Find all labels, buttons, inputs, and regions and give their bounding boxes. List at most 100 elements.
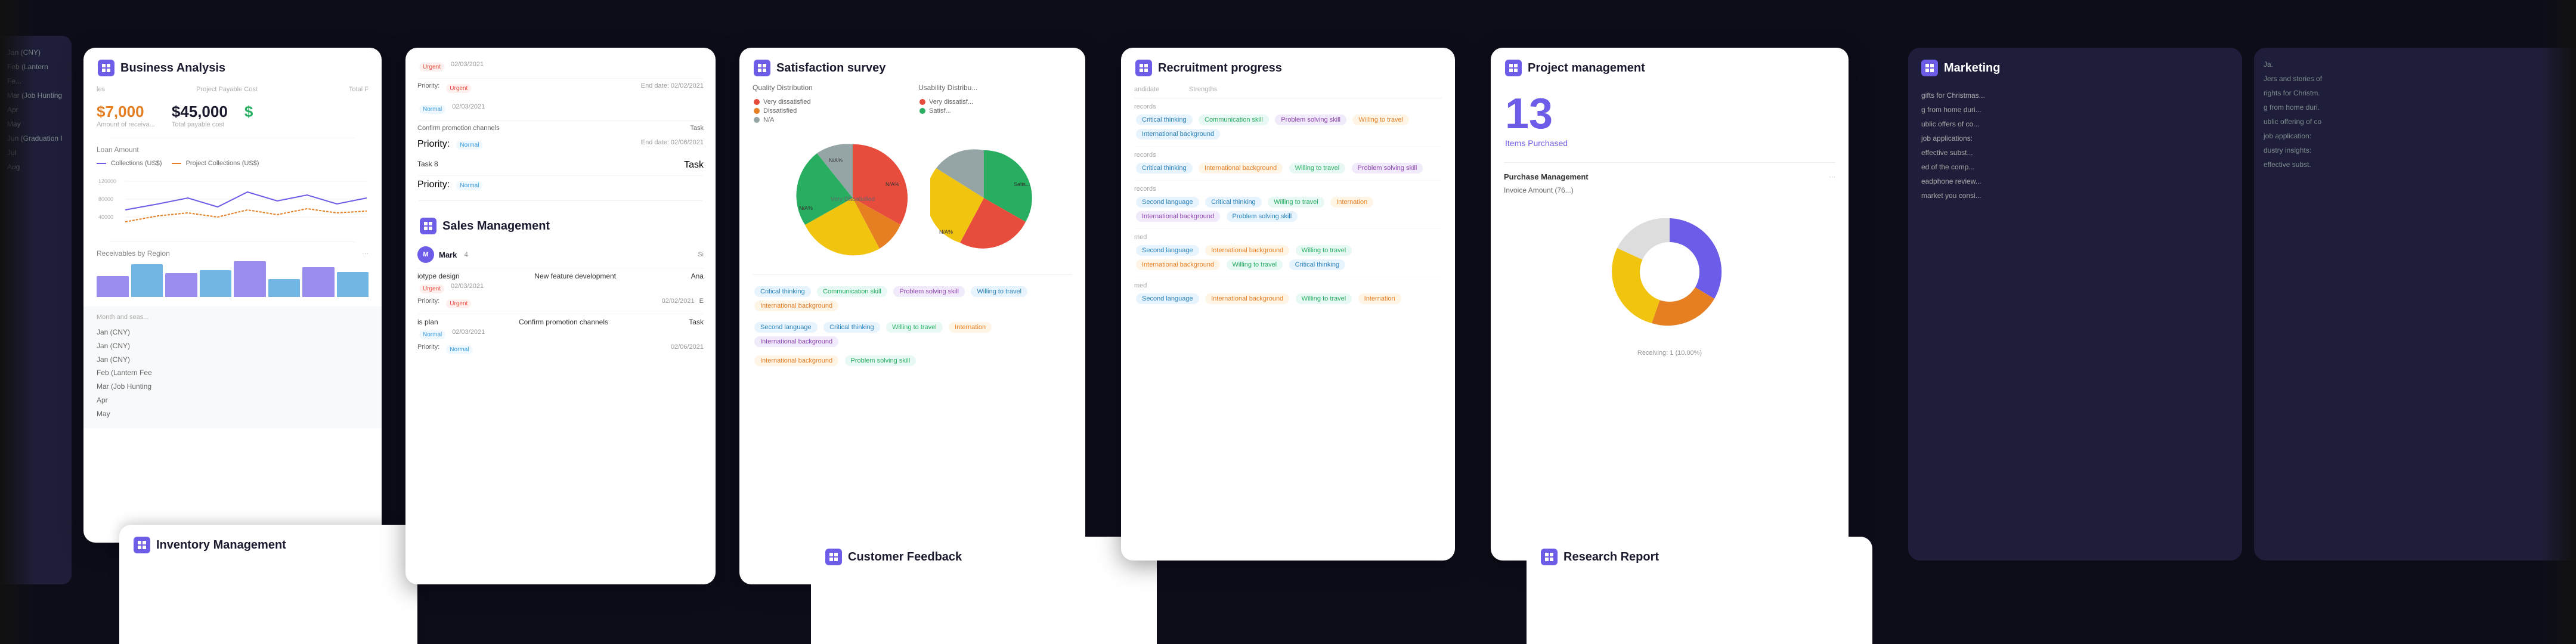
- rec-header-candidate: andidate: [1134, 86, 1182, 93]
- marketing-line-6: ed of the comp...: [1921, 160, 2229, 174]
- receivables-filter-icon[interactable]: ···: [362, 250, 369, 257]
- bar-2: [131, 264, 163, 297]
- right-fade-overlay: [2540, 0, 2576, 644]
- month-list-label: Month and seas...: [97, 314, 369, 321]
- legend-right: Very dissatisf... Satisf...: [919, 97, 1071, 125]
- right-edge-item-7: dustry insights:: [2264, 143, 2576, 157]
- research-icon: [1541, 549, 1558, 565]
- svg-text:80000: 80000: [98, 196, 113, 202]
- business-analysis-card: Business Analysis les Project Payable Co…: [83, 48, 382, 543]
- items-purchased-label: Items Purchased: [1491, 138, 1849, 157]
- right-edge-item-5: ublic offering of co: [2264, 114, 2576, 129]
- pm-options[interactable]: ···: [1829, 174, 1835, 181]
- right-edge-item-1: Ja.: [2264, 57, 2576, 72]
- rec-row4-level: med: [1134, 234, 1442, 241]
- svg-text:Very Dissatisfied: Very Dissatisfied: [831, 196, 875, 203]
- legend-dot-r2: [919, 108, 925, 114]
- tag-willing-travel: Willing to travel: [971, 286, 1027, 297]
- metric-payable-value: $45,000: [172, 103, 228, 121]
- priority-label-2: Priority:: [417, 139, 450, 151]
- feedback-icon: [825, 549, 842, 565]
- legend-na: N/A: [754, 116, 905, 123]
- purchase-mgmt-label: Purchase Management: [1504, 172, 1589, 181]
- priority-row-4: Priority: Normal: [417, 176, 704, 196]
- tag-international-2: Internation: [949, 322, 992, 333]
- survey-icon: [754, 60, 770, 76]
- legend-dot-r1: [919, 99, 925, 105]
- legend-dot-very-dissatisfied: [754, 99, 760, 105]
- items-purchased-number: 13: [1491, 83, 1849, 138]
- project-title: Project management: [1528, 61, 1645, 75]
- business-analysis-icon: [98, 60, 114, 76]
- ana-label: Ana: [691, 272, 704, 280]
- end-date-label-2: End date: 02/06/2021: [641, 139, 704, 151]
- chart-legend-project: Project Collections (US$): [172, 157, 259, 169]
- invoice-row: Invoice Amount (76...): [1504, 186, 1835, 194]
- table-header-total: Total F: [349, 86, 369, 93]
- iotype-priority: Priority: Urgent 02/02/2021 E: [417, 298, 704, 310]
- end-date-label-1: End date: 02/02/2021: [641, 82, 704, 95]
- survey-title: Satisfaction survey: [776, 61, 886, 75]
- sales-title: Sales Management: [442, 219, 550, 233]
- rec-row3-tags: Second language Critical thinking Willin…: [1134, 195, 1442, 224]
- mark-name: Mark: [439, 250, 457, 259]
- pm-section-header: Purchase Management ···: [1504, 172, 1835, 181]
- rec-row-5: med Second language International backgr…: [1134, 277, 1442, 311]
- legend-dot-dissatisfied: [754, 108, 760, 114]
- sales-icon: [420, 218, 436, 234]
- priority-normal-badge-2: Normal: [456, 181, 482, 190]
- tag-second-r3: Second language: [1136, 197, 1199, 208]
- usability-dist-label: Usability Distribu...: [918, 83, 1072, 92]
- right-edge-item-8: effective subst.: [2264, 157, 2576, 172]
- tag-problem-solving: Problem solving skill: [893, 286, 965, 297]
- tag-problem-r2: Problem solving skill: [1352, 163, 1423, 174]
- iotype-priority-badge: Urgent: [446, 299, 471, 308]
- rec-row2-level: records: [1134, 151, 1442, 159]
- month-item: Mar (Job Hunting: [97, 380, 369, 394]
- urgent-badge-1: Urgent: [419, 63, 444, 72]
- legend-label-r2: Satisf...: [929, 107, 951, 114]
- marketing-card: Marketing gifts for Christmas... g from …: [1908, 48, 2242, 561]
- task-label-normal: Task: [690, 125, 704, 132]
- rec-row4-tags: Second language International background…: [1134, 243, 1442, 272]
- plan-priority-badge: Normal: [446, 345, 472, 354]
- tag-problem-r3: Problem solving skill: [1227, 211, 1298, 222]
- svg-text:120000: 120000: [98, 178, 116, 184]
- iotype-priority-label: Priority:: [417, 298, 439, 310]
- marketing-line-8: market you consi...: [1921, 188, 2229, 203]
- bar-4: [200, 270, 232, 297]
- task-8-right: Task: [684, 160, 704, 171]
- survey-tags-section: Critical thinking Communication skill Pr…: [739, 280, 1085, 318]
- metric-payable: $45,000 Total payable cost: [172, 103, 228, 128]
- month-item: Jan (CNY): [97, 353, 369, 367]
- survey-tags-3: International background Problem solving…: [739, 351, 1085, 370]
- month-item: Feb (Lantern Fee: [97, 366, 369, 380]
- marketing-line-7: eadphone review...: [1921, 174, 2229, 188]
- tag-internation-r5: Internation: [1358, 293, 1401, 304]
- plan-normal-badge: Normal: [419, 330, 445, 339]
- legend-satisfied-r: Satisf...: [919, 107, 1071, 114]
- metric-other: $: [244, 103, 253, 121]
- tag-critical-r2: Critical thinking: [1136, 163, 1193, 174]
- priority-row-3: Priority: Normal End date: 02/06/2021: [417, 135, 704, 155]
- mark-count: 4: [464, 250, 468, 259]
- marketing-line-4: job applications:: [1921, 131, 2229, 145]
- collections-label: Collections (US$): [111, 160, 162, 167]
- tag-travel-r1: Willing to travel: [1352, 114, 1409, 125]
- tag-intlbg2-r4: International background: [1136, 259, 1220, 270]
- tag-second-r5: Second language: [1136, 293, 1199, 304]
- legend-label-very-dissatisfied: Very dissatisfied: [763, 98, 810, 106]
- marketing-line-3: ublic offers of co...: [1921, 117, 2229, 131]
- main-scene: Jan (CNY) Feb (Lantern Fe... Mar (Job Hu…: [0, 0, 2576, 644]
- tag-problem-2: Problem solving skill: [845, 355, 917, 366]
- research-report-card: Research Report: [1527, 537, 1872, 644]
- priority-label-3: Priority:: [417, 179, 450, 192]
- bar-3: [165, 273, 197, 297]
- donut-chart-container: [1504, 194, 1835, 349]
- project-collections-label: Project Collections (US$): [186, 160, 259, 167]
- assignee-mark: M Mark 4 Si: [417, 242, 704, 268]
- priority-label-1: Priority:: [417, 82, 439, 95]
- customer-feedback-card: Customer Feedback: [811, 537, 1157, 644]
- rec-row-3: records Second language Critical thinkin…: [1134, 181, 1442, 229]
- marketing-content: gifts for Christmas... g from home duri.…: [1908, 83, 2242, 208]
